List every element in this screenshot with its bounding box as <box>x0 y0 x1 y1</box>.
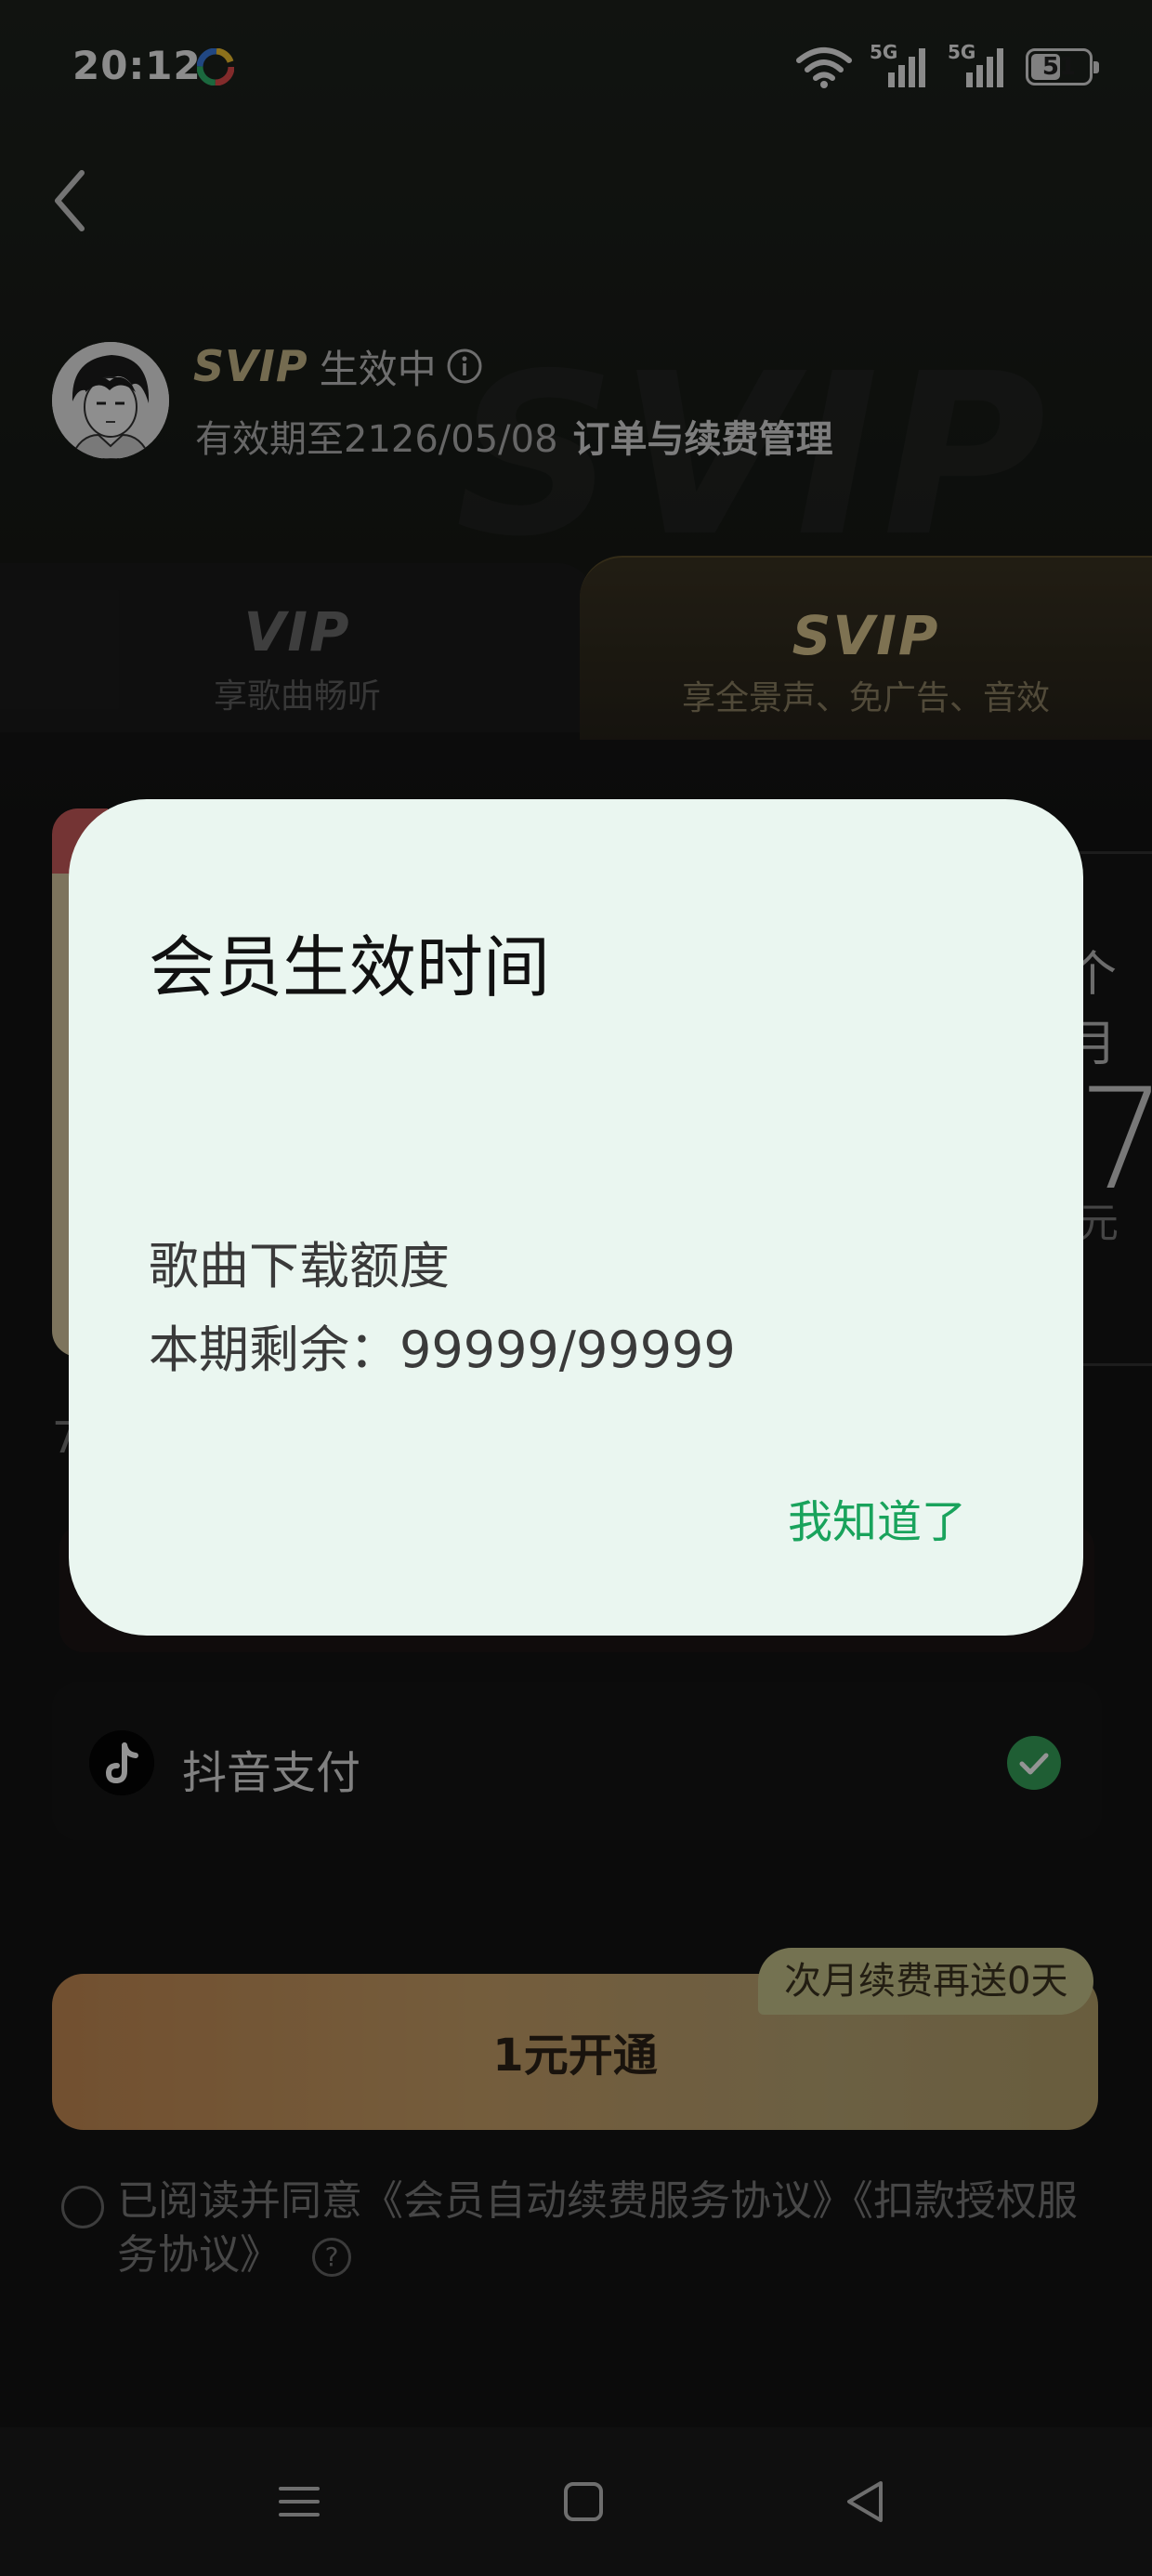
dialog-remaining-quota: 本期剩余：99999/99999 <box>149 1321 736 1379</box>
dialog-title: 会员生效时间 <box>149 928 551 1006</box>
system-nav-bar <box>0 2427 1152 2576</box>
home-square-icon[interactable] <box>554 2472 613 2531</box>
back-triangle-icon[interactable] <box>836 2472 896 2531</box>
menu-icon[interactable] <box>269 2472 329 2531</box>
dialog-confirm-button[interactable]: 我知道了 <box>788 1485 966 1550</box>
dialog-download-quota-label: 歌曲下载额度 <box>149 1237 450 1295</box>
membership-dialog: 会员生效时间 歌曲下载额度 本期剩余：99999/99999 我知道了 <box>69 799 1083 1636</box>
screen: 20:12 5G 5G 51 SVIP 生效中 有效期至2126/05/08 订… <box>0 0 1152 2576</box>
